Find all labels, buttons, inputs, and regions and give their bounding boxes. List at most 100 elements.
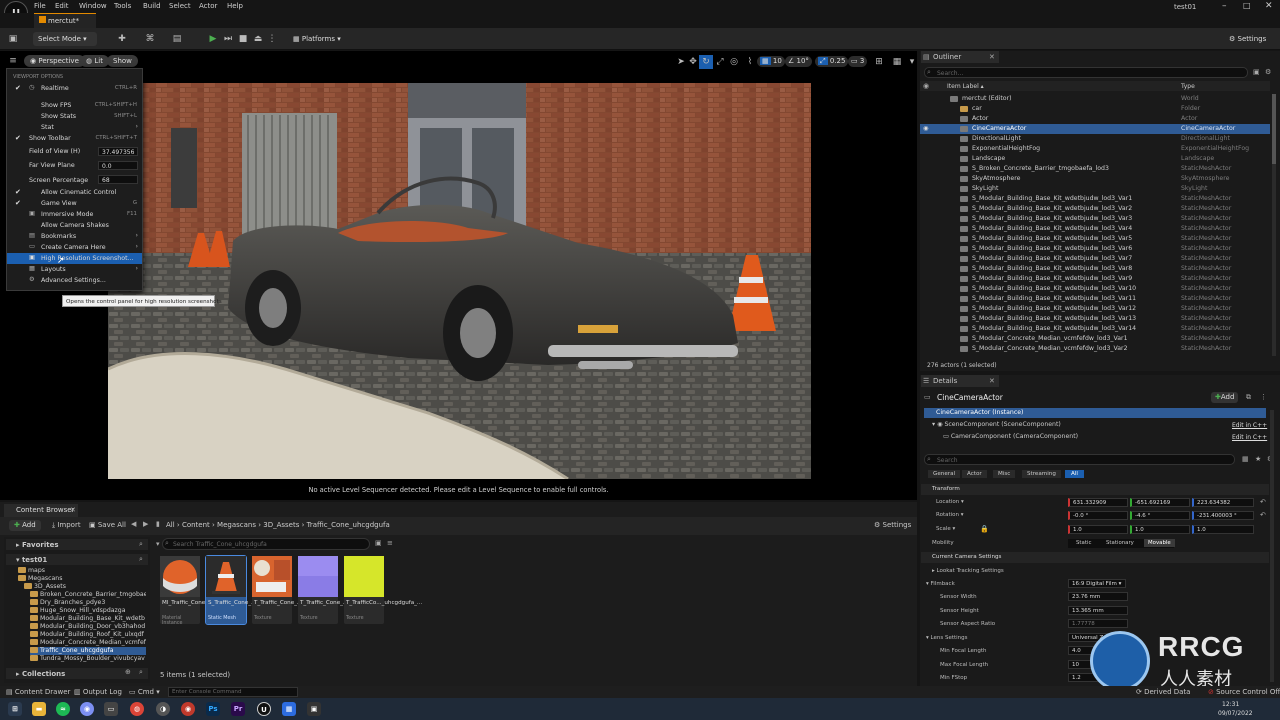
windows-start-icon[interactable]: ⊞ [8, 702, 22, 716]
outliner-row[interactable]: S_Modular_Building_Base_Kit_wdetbjudw_lo… [920, 284, 1270, 294]
menu-tools[interactable]: Tools [114, 2, 131, 10]
menu-show-toolbar[interactable]: ✔ Show Toolbar CTRL+SHIFT+T [7, 133, 142, 144]
mobility-movable[interactable]: Movable [1144, 539, 1175, 547]
outliner-row[interactable]: S_Modular_Concrete_Median_vcmfefdw_lod3_… [920, 334, 1270, 344]
filter-misc[interactable]: Misc [993, 470, 1016, 478]
menu-file[interactable]: File [34, 2, 46, 10]
far-view-plane-input[interactable]: 0.0 [98, 161, 138, 170]
blueprint-icon[interactable]: ⧉ [1246, 393, 1251, 402]
menu-immersive-mode[interactable]: ▣ Immersive Mode F11 [7, 209, 142, 220]
outliner-row[interactable]: S_Modular_Building_Base_Kit_wdetbjudw_lo… [920, 224, 1270, 234]
folder-item[interactable]: Modular_Building_Roof_Kit_ulxqdf [30, 631, 144, 639]
reset-icon[interactable]: ↶ [1260, 498, 1266, 506]
folder-item[interactable]: 3D_Assets [24, 583, 66, 591]
outliner-row[interactable]: DirectionalLight DirectionalLight [920, 134, 1270, 144]
menu-allow-camera-shakes[interactable]: Allow Camera Shakes [7, 220, 142, 231]
save-search-icon[interactable]: ▣ [375, 539, 382, 547]
outliner-row[interactable]: Actor Actor [920, 114, 1270, 124]
outliner-row[interactable]: S_Modular_Building_Base_Kit_wdetbjudw_lo… [920, 304, 1270, 314]
edit-cpp-link[interactable]: Edit in C++ [1232, 434, 1267, 441]
actor-name[interactable]: CineCameraActor [937, 393, 1003, 402]
outliner-row[interactable]: S_Modular_Building_Base_Kit_wdetbjudw_lo… [920, 204, 1270, 214]
filter-streaming[interactable]: Streaming [1022, 470, 1061, 478]
mobility-stationary[interactable]: Stationary [1106, 540, 1134, 546]
maximize-viewport-icon[interactable]: ⊞ [872, 55, 886, 69]
translate-icon[interactable]: ✥ [686, 55, 700, 69]
cmd-button[interactable]: ▭ Cmd ▾ [129, 688, 160, 696]
outliner-row[interactable]: CineCameraActor CineCameraActor ◉ [920, 124, 1270, 134]
save-all-button[interactable]: ▣ Save All [89, 521, 126, 529]
sensor-height-input[interactable]: 13.365 mm [1068, 606, 1128, 615]
column-item-label[interactable]: Item Label ▴ [947, 83, 984, 90]
output-log-button[interactable]: ▥ Output Log [74, 688, 122, 696]
stop-icon[interactable]: ■ [236, 32, 250, 46]
add-collection-icon[interactable]: ⊕ [125, 668, 131, 676]
folder-item[interactable]: Traffic_Cone_uhcgdgufa [30, 647, 146, 655]
column-type[interactable]: Type [1181, 83, 1195, 90]
camera-settings-section[interactable]: Current Camera Settings [921, 552, 1269, 563]
cinematics-icon[interactable]: ▤ [170, 32, 184, 46]
outliner-row[interactable]: SkyAtmosphere SkyAtmosphere [920, 174, 1270, 184]
select-mode-button[interactable]: Select Mode ▾ [33, 32, 97, 46]
details-search-input[interactable]: Search [924, 454, 1235, 465]
outliner-row[interactable]: Landscape Landscape [920, 154, 1270, 164]
derived-data-button[interactable]: ⟳ Derived Data [1136, 688, 1190, 696]
menu-help[interactable]: Help [227, 2, 243, 10]
breadcrumb-item[interactable]: 3D_Assets [263, 521, 299, 529]
mobility-static[interactable]: Static [1076, 540, 1091, 546]
lens-settings-row[interactable]: ▾ Lens Settings [926, 635, 968, 641]
console-input[interactable]: Enter Console Command [168, 687, 298, 697]
more-options-icon[interactable]: ⋮ [1260, 393, 1267, 401]
filter-all[interactable]: All [1065, 470, 1084, 478]
explorer-icon[interactable]: ▬ [32, 702, 46, 716]
rotation-y-input[interactable]: -4.6 ° [1130, 511, 1190, 520]
history-back-icon[interactable]: ◀ [131, 520, 136, 528]
perspective-button[interactable]: ◉ Perspective [24, 55, 85, 67]
save-icon[interactable]: ▣ [6, 32, 20, 46]
camera-speed-button[interactable]: ▭ 3 [848, 56, 868, 67]
filmback-select[interactable]: 16:9 Digital Film ▾ [1068, 579, 1126, 588]
outliner-search-input[interactable]: Search... [924, 67, 1248, 78]
breadcrumb-item[interactable]: All [166, 521, 175, 529]
rotate-icon[interactable]: ↻ [699, 55, 713, 69]
blueprint-icon[interactable]: ⌘ [143, 32, 157, 46]
camera-component[interactable]: ▭ CameraComponent (CameraComponent) [943, 433, 1078, 440]
search-icon[interactable]: ⌕ [139, 555, 143, 564]
breadcrumb-item[interactable]: Content [182, 521, 210, 529]
menu-stat[interactable]: Stat › [7, 122, 142, 133]
folder-item[interactable]: Megascans [18, 575, 62, 583]
menu-show-fps[interactable]: Show FPS CTRL+SHIFT+H [7, 100, 142, 111]
source-control-button[interactable]: ⊘ Source Control Off [1208, 688, 1280, 696]
viewport-options-chevron-icon[interactable]: ▾ [905, 55, 919, 69]
rotation-x-input[interactable]: -0.0 ° [1068, 511, 1128, 520]
sensor-width-input[interactable]: 23.76 mm [1068, 592, 1128, 601]
outliner-row[interactable]: merctut (Editor) World [920, 94, 1270, 104]
menu-window[interactable]: Window [79, 2, 107, 10]
filter-icon[interactable]: ▾ [156, 540, 160, 548]
menu-bookmarks[interactable]: ▤ Bookmarks › [7, 231, 142, 242]
details-tab[interactable]: Details [921, 375, 999, 387]
lookat-tracking[interactable]: ▸ Lookat Tracking Settings [932, 568, 1004, 574]
scale-snap-button[interactable]: ⤢ 0.25 [815, 56, 849, 67]
outliner-row[interactable]: S_Modular_Building_Base_Kit_wdetbjudw_lo… [920, 324, 1270, 334]
filmback-row[interactable]: ▾ Filmback [926, 581, 955, 587]
outliner-row[interactable]: S_Modular_Building_Base_Kit_wdetbjudw_lo… [920, 314, 1270, 324]
content-drawer-button[interactable]: ▤ Content Drawer [6, 688, 70, 696]
discord-icon[interactable]: ◉ [80, 702, 94, 716]
outliner-row[interactable]: S_Modular_Building_Base_Kit_wdetbjudw_lo… [920, 264, 1270, 274]
rotation-snap-button[interactable]: ∠ 10° [785, 56, 812, 67]
visibility-icon[interactable]: ◉ [923, 125, 928, 132]
menu-layouts[interactable]: ▦ Layouts › [7, 264, 142, 275]
transform-section[interactable]: Transform [921, 484, 1269, 495]
screen-percentage-input[interactable]: 68 [98, 175, 138, 184]
outliner-row[interactable]: S_Modular_Building_Base_Kit_wdetbjudw_lo… [920, 234, 1270, 244]
menu-select[interactable]: Select [169, 2, 191, 10]
lock-icon[interactable]: 🔒 [980, 525, 989, 533]
asset-tile[interactable]: T_TrafficCo..._uhcgdgufa_... Texture [344, 556, 422, 624]
location-label[interactable]: Location ▾ [936, 499, 964, 505]
asset-search-input[interactable]: Search Traffic_Cone_uhcgdgufa [162, 538, 370, 550]
cb-settings-button[interactable]: ⚙ Settings [874, 521, 911, 529]
hamburger-icon[interactable]: ≡ [6, 54, 20, 68]
maximize-icon[interactable]: □ [1243, 1, 1251, 10]
asset-tile[interactable]: MI_Traffic_Cone_... Material Instance [160, 556, 213, 626]
